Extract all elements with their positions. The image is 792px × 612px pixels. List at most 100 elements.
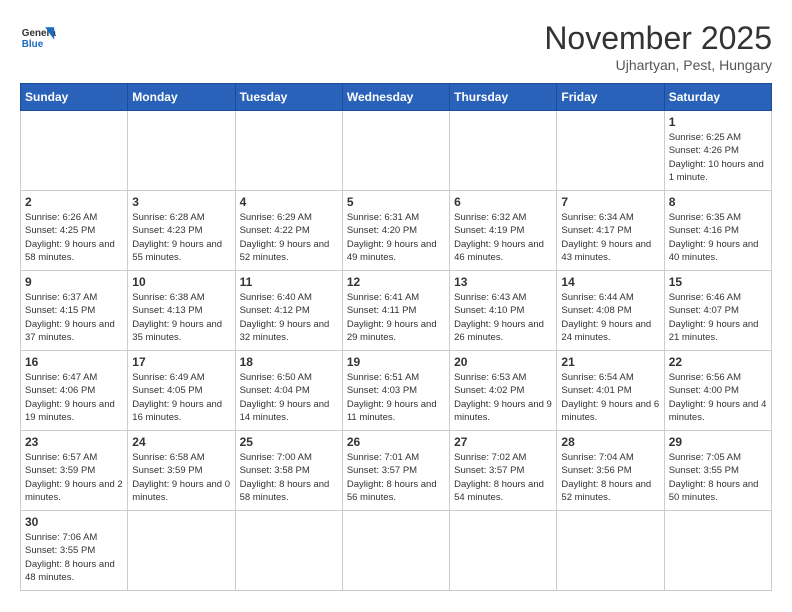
day-info: Sunrise: 6:26 AM Sunset: 4:25 PM Dayligh… bbox=[25, 211, 123, 264]
day-number: 5 bbox=[347, 195, 445, 209]
calendar-cell bbox=[342, 511, 449, 591]
calendar-cell bbox=[235, 111, 342, 191]
day-number: 8 bbox=[669, 195, 767, 209]
day-number: 12 bbox=[347, 275, 445, 289]
calendar-cell: 2 Sunrise: 6:26 AM Sunset: 4:25 PM Daylig… bbox=[21, 191, 128, 271]
day-number: 6 bbox=[454, 195, 552, 209]
calendar-cell bbox=[128, 511, 235, 591]
calendar-cell bbox=[128, 111, 235, 191]
day-info: Sunrise: 6:51 AM Sunset: 4:03 PM Dayligh… bbox=[347, 371, 445, 424]
calendar-cell: 25 Sunrise: 7:00 AM Sunset: 3:58 PM Dayli… bbox=[235, 431, 342, 511]
title-area: November 2025 Ujhartyan, Pest, Hungary bbox=[544, 20, 772, 73]
day-number: 24 bbox=[132, 435, 230, 449]
day-number: 9 bbox=[25, 275, 123, 289]
day-info: Sunrise: 6:25 AM Sunset: 4:26 PM Dayligh… bbox=[669, 131, 767, 184]
weekday-header-row: SundayMondayTuesdayWednesdayThursdayFrid… bbox=[21, 84, 772, 111]
calendar-cell: 14 Sunrise: 6:44 AM Sunset: 4:08 PM Dayli… bbox=[557, 271, 664, 351]
day-info: Sunrise: 7:04 AM Sunset: 3:56 PM Dayligh… bbox=[561, 451, 659, 504]
calendar-cell: 16Sunrise: 6:47 AM Sunset: 4:06 PM Dayli… bbox=[21, 351, 128, 431]
calendar-cell: 8Sunrise: 6:35 AM Sunset: 4:16 PM Daylig… bbox=[664, 191, 771, 271]
logo-icon: General Blue bbox=[20, 20, 56, 56]
day-info: Sunrise: 6:32 AM Sunset: 4:19 PM Dayligh… bbox=[454, 211, 552, 264]
calendar-week-5: 23Sunrise: 6:57 AM Sunset: 3:59 PM Dayli… bbox=[21, 431, 772, 511]
calendar-subtitle: Ujhartyan, Pest, Hungary bbox=[544, 57, 772, 73]
calendar-cell: 12 Sunrise: 6:41 AM Sunset: 4:11 PM Dayli… bbox=[342, 271, 449, 351]
page-header: General Blue November 2025 Ujhartyan, Pe… bbox=[20, 20, 772, 73]
day-info: Sunrise: 6:47 AM Sunset: 4:06 PM Dayligh… bbox=[25, 371, 123, 424]
day-info: Sunrise: 6:38 AM Sunset: 4:13 PM Dayligh… bbox=[132, 291, 230, 344]
calendar-cell: 11Sunrise: 6:40 AM Sunset: 4:12 PM Dayli… bbox=[235, 271, 342, 351]
day-info: Sunrise: 6:54 AM Sunset: 4:01 PM Dayligh… bbox=[561, 371, 659, 424]
day-number: 29 bbox=[669, 435, 767, 449]
day-number: 7 bbox=[561, 195, 659, 209]
day-number: 4 bbox=[240, 195, 338, 209]
calendar-cell: 21 Sunrise: 6:54 AM Sunset: 4:01 PM Dayli… bbox=[557, 351, 664, 431]
day-number: 28 bbox=[561, 435, 659, 449]
day-number: 30 bbox=[25, 515, 123, 529]
weekday-header-saturday: Saturday bbox=[664, 84, 771, 111]
calendar-cell: 3 Sunrise: 6:28 AM Sunset: 4:23 PM Daylig… bbox=[128, 191, 235, 271]
calendar-cell: 13Sunrise: 6:43 AM Sunset: 4:10 PM Dayli… bbox=[450, 271, 557, 351]
calendar-cell: 29Sunrise: 7:05 AM Sunset: 3:55 PM Dayli… bbox=[664, 431, 771, 511]
day-number: 22 bbox=[669, 355, 767, 369]
day-info: Sunrise: 6:37 AM Sunset: 4:15 PM Dayligh… bbox=[25, 291, 123, 344]
calendar-cell: 18 Sunrise: 6:50 AM Sunset: 4:04 PM Dayli… bbox=[235, 351, 342, 431]
day-info: Sunrise: 6:44 AM Sunset: 4:08 PM Dayligh… bbox=[561, 291, 659, 344]
calendar-week-3: 9 Sunrise: 6:37 AM Sunset: 4:15 PM Daylig… bbox=[21, 271, 772, 351]
day-number: 18 bbox=[240, 355, 338, 369]
calendar-cell bbox=[664, 511, 771, 591]
calendar-cell: 28 Sunrise: 7:04 AM Sunset: 3:56 PM Dayli… bbox=[557, 431, 664, 511]
day-info: Sunrise: 7:06 AM Sunset: 3:55 PM Dayligh… bbox=[25, 531, 123, 584]
day-number: 19 bbox=[347, 355, 445, 369]
day-info: Sunrise: 6:29 AM Sunset: 4:22 PM Dayligh… bbox=[240, 211, 338, 264]
calendar-cell: 5 Sunrise: 6:31 AM Sunset: 4:20 PM Daylig… bbox=[342, 191, 449, 271]
weekday-header-wednesday: Wednesday bbox=[342, 84, 449, 111]
day-info: Sunrise: 6:50 AM Sunset: 4:04 PM Dayligh… bbox=[240, 371, 338, 424]
calendar-cell: 4 Sunrise: 6:29 AM Sunset: 4:22 PM Daylig… bbox=[235, 191, 342, 271]
calendar-cell: 22 Sunrise: 6:56 AM Sunset: 4:00 PM Dayli… bbox=[664, 351, 771, 431]
calendar-cell: 30 Sunrise: 7:06 AM Sunset: 3:55 PM Dayli… bbox=[21, 511, 128, 591]
day-number: 14 bbox=[561, 275, 659, 289]
calendar-cell: 6 Sunrise: 6:32 AM Sunset: 4:19 PM Daylig… bbox=[450, 191, 557, 271]
calendar-table: SundayMondayTuesdayWednesdayThursdayFrid… bbox=[20, 83, 772, 591]
day-info: Sunrise: 6:28 AM Sunset: 4:23 PM Dayligh… bbox=[132, 211, 230, 264]
calendar-cell: 15 Sunrise: 6:46 AM Sunset: 4:07 PM Dayli… bbox=[664, 271, 771, 351]
calendar-cell: 24Sunrise: 6:58 AM Sunset: 3:59 PM Dayli… bbox=[128, 431, 235, 511]
day-number: 21 bbox=[561, 355, 659, 369]
calendar-cell: 10Sunrise: 6:38 AM Sunset: 4:13 PM Dayli… bbox=[128, 271, 235, 351]
day-info: Sunrise: 6:41 AM Sunset: 4:11 PM Dayligh… bbox=[347, 291, 445, 344]
calendar-cell bbox=[557, 511, 664, 591]
day-info: Sunrise: 6:46 AM Sunset: 4:07 PM Dayligh… bbox=[669, 291, 767, 344]
day-number: 25 bbox=[240, 435, 338, 449]
day-number: 17 bbox=[132, 355, 230, 369]
weekday-header-monday: Monday bbox=[128, 84, 235, 111]
weekday-header-friday: Friday bbox=[557, 84, 664, 111]
day-number: 1 bbox=[669, 115, 767, 129]
calendar-cell: 20 Sunrise: 6:53 AM Sunset: 4:02 PM Dayli… bbox=[450, 351, 557, 431]
weekday-header-tuesday: Tuesday bbox=[235, 84, 342, 111]
day-info: Sunrise: 7:02 AM Sunset: 3:57 PM Dayligh… bbox=[454, 451, 552, 504]
day-info: Sunrise: 6:34 AM Sunset: 4:17 PM Dayligh… bbox=[561, 211, 659, 264]
day-number: 2 bbox=[25, 195, 123, 209]
calendar-title: November 2025 bbox=[544, 20, 772, 57]
day-info: Sunrise: 6:56 AM Sunset: 4:00 PM Dayligh… bbox=[669, 371, 767, 424]
calendar-cell: 9 Sunrise: 6:37 AM Sunset: 4:15 PM Daylig… bbox=[21, 271, 128, 351]
calendar-cell: 27 Sunrise: 7:02 AM Sunset: 3:57 PM Dayli… bbox=[450, 431, 557, 511]
day-info: Sunrise: 7:00 AM Sunset: 3:58 PM Dayligh… bbox=[240, 451, 338, 504]
calendar-cell bbox=[450, 111, 557, 191]
day-info: Sunrise: 6:31 AM Sunset: 4:20 PM Dayligh… bbox=[347, 211, 445, 264]
day-number: 20 bbox=[454, 355, 552, 369]
calendar-cell: 17Sunrise: 6:49 AM Sunset: 4:05 PM Dayli… bbox=[128, 351, 235, 431]
day-number: 27 bbox=[454, 435, 552, 449]
day-info: Sunrise: 6:53 AM Sunset: 4:02 PM Dayligh… bbox=[454, 371, 552, 424]
weekday-header-thursday: Thursday bbox=[450, 84, 557, 111]
weekday-header-sunday: Sunday bbox=[21, 84, 128, 111]
day-number: 13 bbox=[454, 275, 552, 289]
day-number: 3 bbox=[132, 195, 230, 209]
calendar-week-2: 2 Sunrise: 6:26 AM Sunset: 4:25 PM Daylig… bbox=[21, 191, 772, 271]
calendar-cell bbox=[450, 511, 557, 591]
day-info: Sunrise: 6:40 AM Sunset: 4:12 PM Dayligh… bbox=[240, 291, 338, 344]
day-info: Sunrise: 6:57 AM Sunset: 3:59 PM Dayligh… bbox=[25, 451, 123, 504]
calendar-cell: 7 Sunrise: 6:34 AM Sunset: 4:17 PM Daylig… bbox=[557, 191, 664, 271]
day-number: 15 bbox=[669, 275, 767, 289]
